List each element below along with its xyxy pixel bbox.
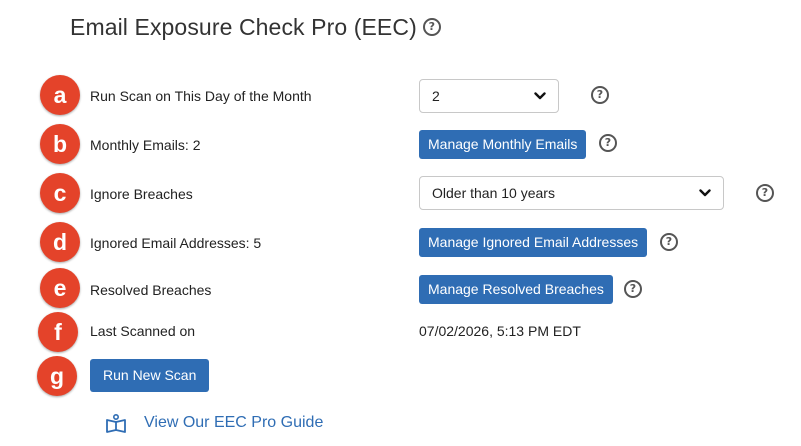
monthly-emails-help-icon[interactable]: ?	[599, 134, 617, 152]
resolved-breaches-label: Resolved Breaches	[90, 282, 212, 298]
badge-f: f	[38, 312, 78, 352]
badge-c: c	[40, 173, 80, 213]
badge-a: a	[40, 75, 80, 115]
ignore-breaches-label: Ignore Breaches	[90, 186, 193, 202]
chevron-down-icon	[534, 92, 546, 100]
manage-monthly-emails-button[interactable]: Manage Monthly Emails	[419, 130, 587, 159]
monthly-emails-label: Monthly Emails: 2	[90, 137, 201, 153]
ignored-emails-label: Ignored Email Addresses: 5	[90, 235, 262, 251]
page-title: Email Exposure Check Pro (EEC)?	[70, 14, 441, 41]
chevron-down-icon	[699, 189, 711, 197]
badge-b: b	[40, 124, 80, 164]
run-new-scan-button[interactable]: Run New Scan	[90, 359, 210, 392]
book-icon[interactable]	[105, 414, 127, 434]
last-scanned-value: 07/02/2026, 5:13 PM EDT	[419, 323, 581, 339]
scan-day-select-value: 2	[432, 88, 440, 104]
badge-d: d	[40, 222, 80, 262]
ignored-emails-help-icon[interactable]: ?	[660, 233, 678, 251]
page-title-text: Email Exposure Check Pro (EEC)	[70, 14, 417, 40]
resolved-breaches-help-icon[interactable]: ?	[624, 280, 642, 298]
last-scanned-label: Last Scanned on	[90, 323, 196, 339]
badge-g: g	[37, 356, 77, 396]
eec-pro-guide-link[interactable]: View Our EEC Pro Guide	[144, 414, 323, 432]
manage-ignored-emails-button[interactable]: Manage Ignored Email Addresses	[419, 228, 648, 257]
scan-day-help-icon[interactable]: ?	[591, 86, 609, 104]
ignore-breaches-select-value: Older than 10 years	[432, 185, 555, 201]
badge-e: e	[40, 268, 80, 308]
ignore-breaches-help-icon[interactable]: ?	[756, 184, 774, 202]
manage-resolved-breaches-button[interactable]: Manage Resolved Breaches	[419, 275, 613, 304]
ignore-breaches-select[interactable]: Older than 10 years	[419, 176, 724, 210]
scan-day-label: Run Scan on This Day of the Month	[90, 88, 312, 104]
title-help-icon[interactable]: ?	[422, 17, 441, 36]
scan-day-select[interactable]: 2	[419, 79, 559, 113]
